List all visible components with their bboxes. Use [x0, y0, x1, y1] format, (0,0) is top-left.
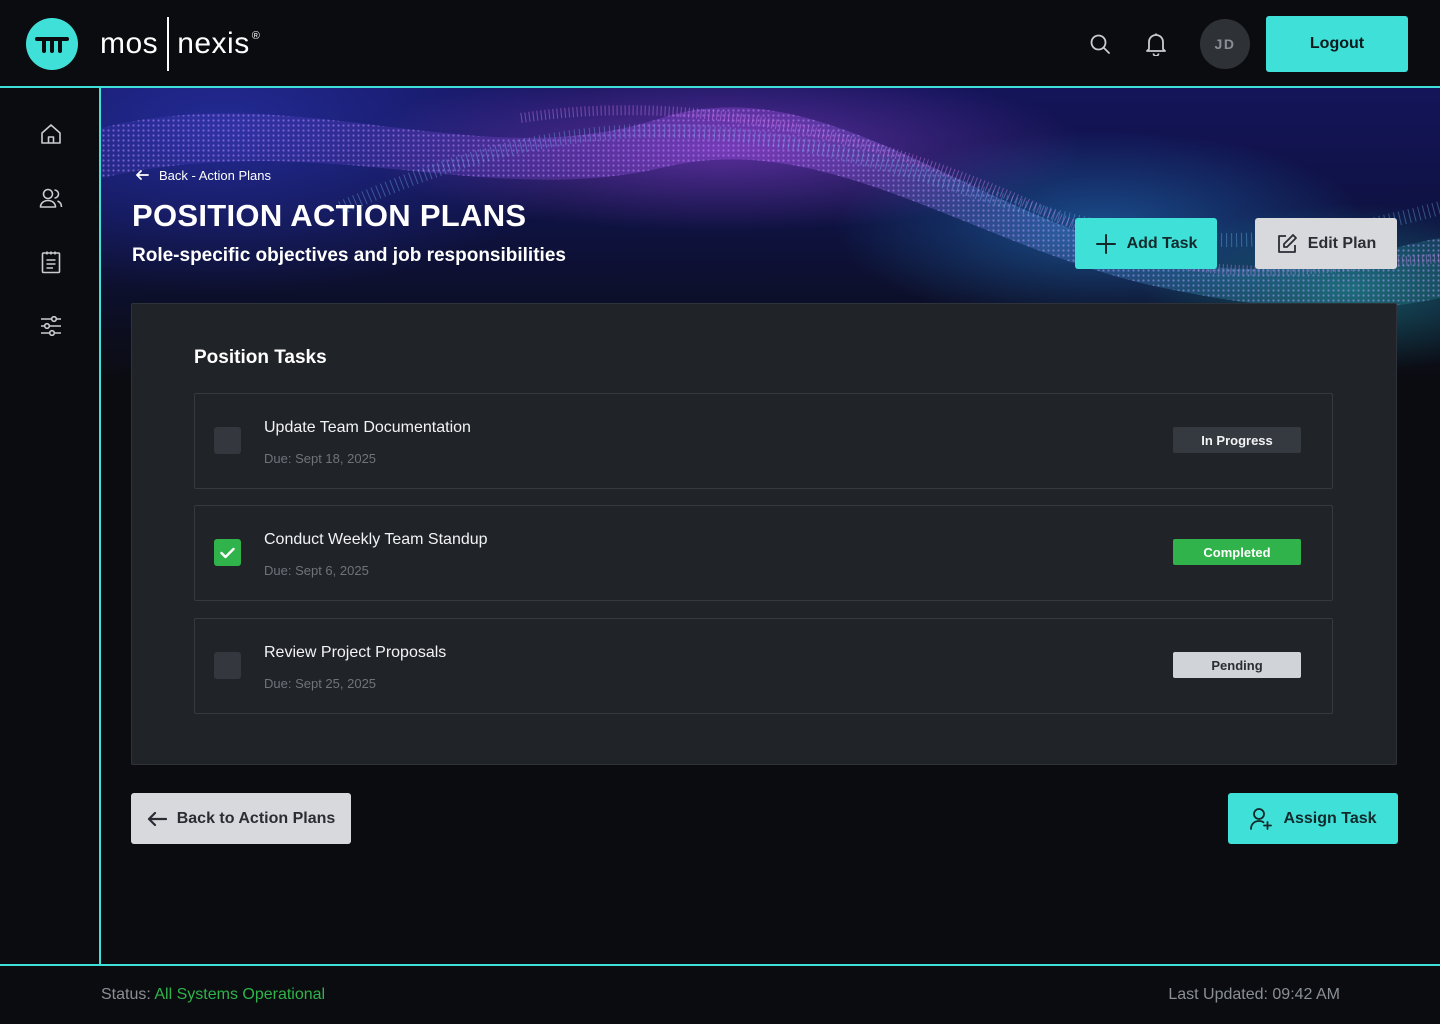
- task-due-date: Due: Sept 18, 2025: [264, 451, 377, 466]
- back-link-label: Back - Action Plans: [159, 167, 271, 183]
- brand-part-nexis: nexis: [177, 27, 250, 60]
- task-due-date: Due: Sept 6, 2025: [264, 563, 369, 578]
- task-row[interactable]: Update Team Documentation Due: Sept 18, …: [194, 393, 1333, 489]
- add-task-button[interactable]: Add Task: [1075, 218, 1217, 269]
- status-label: Status:: [101, 986, 151, 1003]
- status-badge: Pending: [1173, 652, 1301, 678]
- task-checkbox[interactable]: [214, 539, 241, 566]
- back-to-action-plans-button[interactable]: Back to Action Plans: [131, 793, 351, 844]
- top-bar: mos nexis ® JD Logout: [0, 0, 1440, 88]
- checkmark-icon: [220, 547, 235, 558]
- plus-icon: [1095, 233, 1116, 254]
- clipboard-icon[interactable]: [37, 248, 65, 276]
- status-badge: In Progress: [1173, 427, 1301, 453]
- bell-icon[interactable]: [1142, 30, 1170, 58]
- back-link[interactable]: Back - Action Plans: [135, 166, 271, 184]
- task-due-date: Due: Sept 25, 2025: [264, 676, 377, 691]
- avatar[interactable]: JD: [1200, 19, 1250, 69]
- task-name: Conduct Weekly Team Standup: [264, 531, 488, 548]
- search-icon[interactable]: [1086, 30, 1114, 58]
- page-subtitle: Role-specific objectives and job respons…: [132, 245, 566, 266]
- user-plus-icon: [1250, 807, 1273, 830]
- back-to-action-plans-label: Back to Action Plans: [176, 809, 336, 827]
- registered-mark: ®: [251, 30, 261, 42]
- task-row[interactable]: Conduct Weekly Team Standup Due: Sept 6,…: [194, 505, 1333, 601]
- arrow-left-icon: [147, 811, 167, 826]
- task-checkbox[interactable]: [214, 652, 241, 679]
- system-status: Status: All Systems Operational: [101, 986, 325, 1004]
- logout-button[interactable]: Logout: [1266, 16, 1408, 72]
- task-checkbox[interactable]: [214, 427, 241, 454]
- sidebar: [0, 88, 101, 966]
- card-title: Position Tasks: [194, 347, 327, 368]
- brand-divider: [167, 17, 170, 71]
- brand-wordmark[interactable]: mos nexis ®: [100, 16, 260, 72]
- status-badge: Completed: [1173, 539, 1301, 565]
- edit-plan-button[interactable]: Edit Plan: [1255, 218, 1397, 269]
- edit-plan-label: Edit Plan: [1307, 234, 1377, 252]
- task-name: Update Team Documentation: [264, 419, 471, 436]
- arrow-left-icon: [136, 170, 149, 180]
- task-row[interactable]: Review Project Proposals Due: Sept 25, 2…: [194, 618, 1333, 714]
- page-title: POSITION ACTION PLANS: [132, 198, 527, 233]
- position-tasks-card: Position Tasks Update Team Documentation…: [131, 303, 1397, 765]
- add-task-label: Add Task: [1126, 234, 1198, 252]
- home-icon[interactable]: [37, 120, 65, 148]
- main-content: Back - Action Plans POSITION ACTION PLAN…: [101, 88, 1440, 964]
- status-value: All Systems Operational: [154, 986, 326, 1003]
- assign-task-label: Assign Task: [1283, 809, 1377, 827]
- logo-icon[interactable]: [26, 18, 78, 70]
- users-icon[interactable]: [37, 184, 65, 212]
- task-name: Review Project Proposals: [264, 644, 447, 661]
- last-updated: Last Updated: 09:42 AM: [1168, 986, 1340, 1003]
- footer: Status: All Systems Operational Last Upd…: [0, 964, 1440, 1024]
- brand-part-mos: mos: [100, 27, 159, 60]
- sliders-icon[interactable]: [37, 312, 65, 340]
- assign-task-button[interactable]: Assign Task: [1228, 793, 1398, 844]
- edit-icon: [1277, 233, 1297, 253]
